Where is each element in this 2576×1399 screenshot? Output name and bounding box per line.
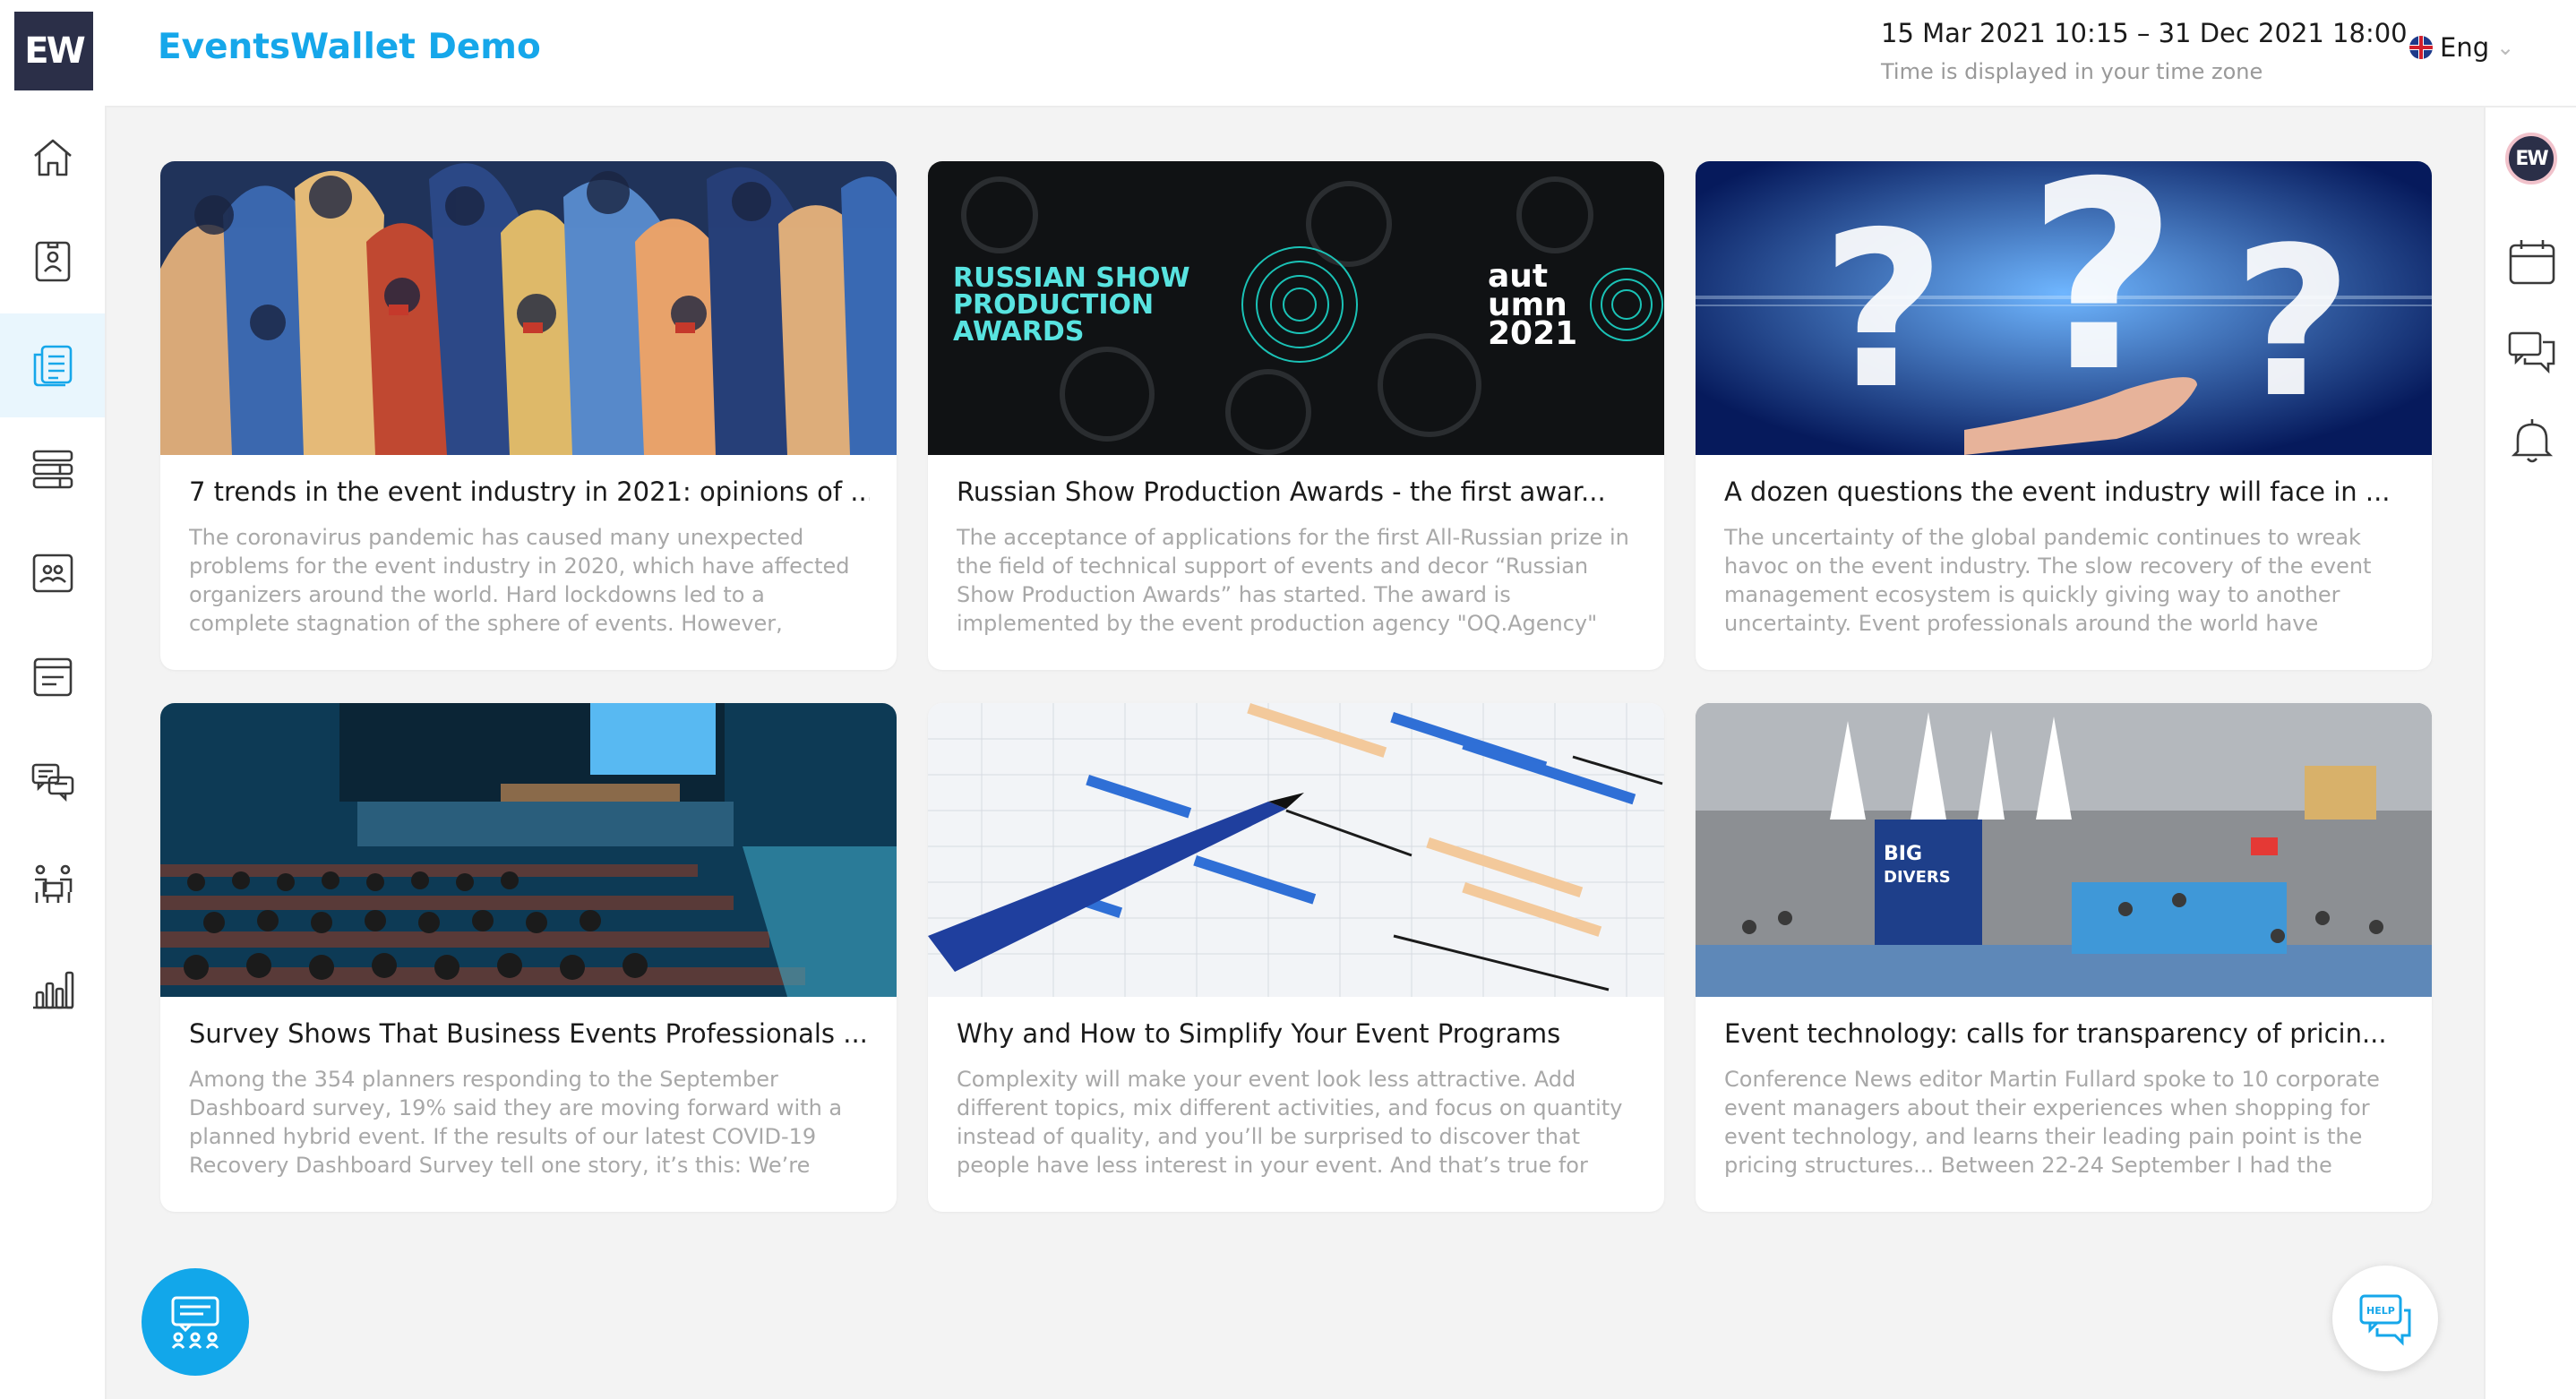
article-title[interactable]: A dozen questions the event industry wil… xyxy=(1724,476,2405,507)
article-image: RUSSIAN SHOW PRODUCTION AWARDS aut umn 2… xyxy=(928,161,1664,455)
article-image: BIG DIVERS xyxy=(1696,703,2432,997)
article-image xyxy=(928,703,1664,997)
article-card[interactable]: 7 trends in the event industry in 2021: … xyxy=(160,161,897,670)
article-excerpt: Complexity will make your event look les… xyxy=(957,1067,1623,1178)
article-image xyxy=(160,161,897,455)
notes-icon xyxy=(33,657,72,697)
article-excerpt: The acceptance of applications for the f… xyxy=(957,525,1629,636)
right-toolbar: EW xyxy=(2484,107,2576,1399)
badge-icon xyxy=(35,241,70,282)
attendees-icon xyxy=(32,554,73,593)
article-excerpt: Conference News editor Martin Fullard sp… xyxy=(1724,1067,2380,1178)
app-logo[interactable]: EW xyxy=(14,12,93,90)
article-card[interactable]: Survey Shows That Business Events Profes… xyxy=(160,703,897,1212)
meetings-fab-button[interactable] xyxy=(142,1268,249,1376)
sidebar-item-schedule[interactable] xyxy=(0,417,105,521)
language-selector[interactable]: Eng ⌄ xyxy=(2409,32,2514,63)
stats-icon xyxy=(32,971,73,1009)
article-title[interactable]: Survey Shows That Business Events Profes… xyxy=(189,1018,870,1049)
home-icon xyxy=(33,139,72,176)
banner-text: BIG xyxy=(1884,843,1922,865)
group-chat-icon xyxy=(171,1296,219,1349)
article-excerpt: The coronavirus pandemic has caused many… xyxy=(189,525,850,636)
schedule-icon xyxy=(32,450,73,489)
meetings-icon xyxy=(31,763,73,802)
avatar-text: EW xyxy=(2515,147,2548,170)
news-icon xyxy=(33,345,72,387)
help-button[interactable]: HELP xyxy=(2332,1266,2438,1371)
article-card[interactable]: Why and How to Simplify Your Event Progr… xyxy=(928,703,1664,1212)
help-chat-icon: HELP xyxy=(2359,1294,2411,1346)
sidebar-item-networking[interactable] xyxy=(0,833,105,937)
article-image: ? ? ? xyxy=(1696,161,2432,455)
article-card[interactable]: RUSSIAN SHOW PRODUCTION AWARDS aut umn 2… xyxy=(928,161,1664,670)
article-title[interactable]: Event technology: calls for transparency… xyxy=(1724,1018,2405,1049)
banner-text: AWARDS xyxy=(953,316,1084,348)
article-title[interactable]: Why and How to Simplify Your Event Progr… xyxy=(957,1018,1637,1049)
banner-text: DIVERS xyxy=(1884,868,1951,887)
news-feed: 7 trends in the event industry in 2021: … xyxy=(107,107,2484,1399)
svg-text:?: ? xyxy=(2233,204,2352,443)
sidebar-item-home[interactable] xyxy=(0,106,105,210)
bell-icon[interactable] xyxy=(2507,416,2557,466)
article-image xyxy=(160,703,897,997)
logo-text: EW xyxy=(24,30,85,72)
help-label: HELP xyxy=(2366,1305,2395,1317)
article-card[interactable]: ? ? ? A dozen questions the event indust… xyxy=(1696,161,2432,670)
left-sidebar xyxy=(0,106,107,1399)
sidebar-item-news[interactable] xyxy=(0,313,105,417)
calendar-icon[interactable] xyxy=(2507,236,2557,287)
app-title: EventsWallet Demo xyxy=(158,27,541,67)
sidebar-item-meetings[interactable] xyxy=(0,729,105,833)
sidebar-item-stats[interactable] xyxy=(0,937,105,1041)
networking-icon xyxy=(34,864,72,903)
article-title[interactable]: 7 trends in the event industry in 2021: … xyxy=(189,476,870,507)
chat-icon[interactable] xyxy=(2507,326,2557,376)
article-excerpt: Among the 354 planners responding to the… xyxy=(189,1067,843,1178)
sidebar-item-notes[interactable] xyxy=(0,625,105,729)
svg-text:?: ? xyxy=(1821,185,1945,436)
article-title[interactable]: Russian Show Production Awards - the fir… xyxy=(957,476,1637,507)
timezone-note: Time is displayed in your time zone xyxy=(1881,59,2263,84)
chevron-down-icon: ⌄ xyxy=(2496,35,2515,60)
banner-text: 2021 xyxy=(1488,315,1577,352)
sidebar-item-badge[interactable] xyxy=(0,210,105,313)
top-header: EW EventsWallet Demo 15 Mar 2021 10:15 –… xyxy=(0,0,2576,107)
article-card[interactable]: BIG DIVERS Event technology: calls for t… xyxy=(1696,703,2432,1212)
avatar[interactable]: EW xyxy=(2505,133,2557,185)
uk-flag-icon xyxy=(2409,36,2433,59)
event-date-range: 15 Mar 2021 10:15 – 31 Dec 2021 18:00 xyxy=(1881,18,2408,48)
language-label: Eng xyxy=(2440,32,2490,63)
sidebar-item-attendees[interactable] xyxy=(0,521,105,625)
article-excerpt: The uncertainty of the global pandemic c… xyxy=(1724,525,2372,636)
